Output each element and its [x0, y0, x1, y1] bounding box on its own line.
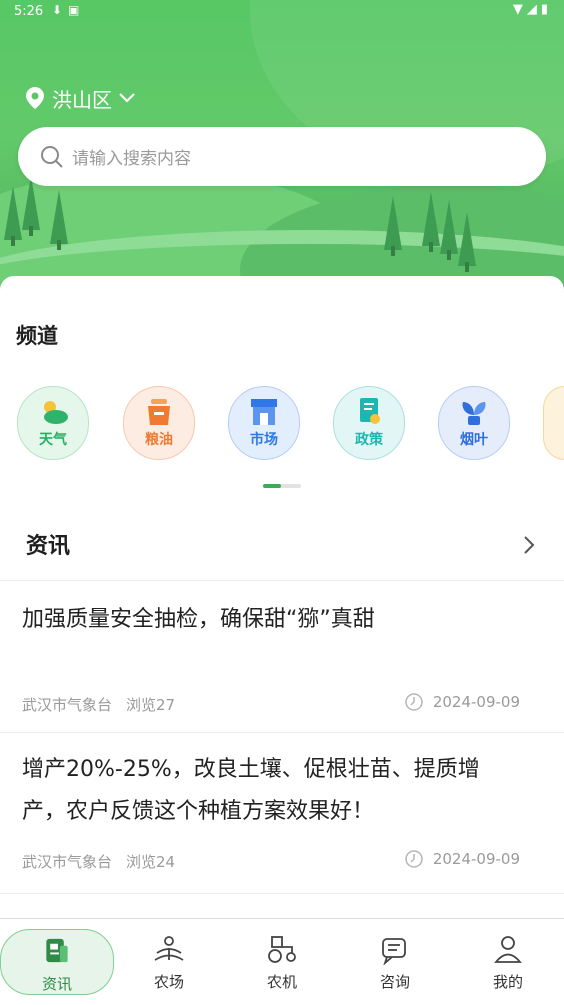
tab-label: 农机: [266, 973, 297, 991]
banner-tree: [440, 200, 458, 260]
channel-policy[interactable]: 政策: [333, 386, 405, 460]
banner-tree: [422, 192, 440, 252]
news-headline: 增产20%-25%，改良土壤、促根壮苗、提质增产，农户反馈这个种植方案效果好！: [22, 757, 480, 824]
main-content: 频道 天气 粮油 市场 政策 烟叶 资讯 加强质量安全抽检，确保甜“猕”真甜 武…: [0, 276, 564, 918]
channels-title: 频道: [16, 324, 58, 348]
banner-tree: [458, 212, 476, 272]
channel-carousel[interactable]: 天气 粮油 市场 政策 烟叶: [0, 386, 564, 466]
news-item[interactable]: 增产20%-25%，改良土壤、促根壮苗、提质增产，农户反馈这个种植方案效果好！ …: [0, 733, 564, 894]
channel-grain-oil[interactable]: 粮油: [123, 386, 195, 460]
notification-icons: ⬇▣: [52, 3, 86, 17]
news-source: 武汉市气象台: [22, 853, 113, 871]
chevron-right-icon[interactable]: [522, 534, 536, 556]
chat-icon: [382, 938, 406, 965]
tab-profile[interactable]: 我的: [452, 927, 564, 997]
channel-market[interactable]: 市场: [228, 386, 300, 460]
tab-news[interactable]: 资讯: [0, 929, 114, 995]
channel-label: 天气: [39, 432, 67, 448]
tab-label: 农场: [153, 973, 184, 991]
weather-icon: [44, 401, 68, 424]
bottom-tab-bar: 资讯 农场 农机 咨询 我的: [0, 918, 564, 1005]
chevron-down-icon: [119, 93, 135, 103]
news-date-text: 2024-09-09: [432, 693, 520, 711]
news-date: 2024-09-09: [405, 850, 520, 868]
tab-farm[interactable]: 农场: [113, 927, 225, 997]
news-section-header[interactable]: 资讯: [0, 512, 564, 581]
clock-icon: [405, 850, 423, 868]
tab-label: 资讯: [41, 975, 72, 993]
tab-consult[interactable]: 咨询: [339, 927, 451, 997]
search-bar[interactable]: 请输入搜索内容: [18, 127, 546, 186]
news-views: 浏览27: [126, 696, 176, 714]
carousel-indicator-active: [263, 484, 281, 488]
news-meta: 武汉市气象台 浏览24: [22, 851, 175, 872]
header-banner: 5:26 ⬇▣ ▼◢▮ 洪山区 请输入搜索内容: [0, 0, 564, 300]
channel-label: 烟叶: [460, 432, 488, 448]
tab-label: 我的: [492, 973, 523, 991]
channel-label: 粮油: [145, 432, 173, 448]
market-icon: [251, 399, 277, 425]
news-source: 武汉市气象台: [22, 696, 113, 714]
channel-next-partial[interactable]: [543, 386, 564, 460]
banner-tree: [4, 186, 22, 246]
tobacco-leaf-icon: [462, 402, 486, 425]
tab-machinery[interactable]: 农机: [226, 927, 338, 997]
banner-tree: [50, 190, 68, 250]
news-item[interactable]: 加强质量安全抽检，确保甜“猕”真甜 武汉市气象台 浏览27 2024-09-09: [0, 581, 564, 733]
user-icon: [494, 936, 522, 963]
news-section-title: 资讯: [26, 534, 71, 559]
channel-label: 市场: [250, 432, 278, 448]
news-date-text: 2024-09-09: [432, 850, 520, 868]
clock-icon: [405, 693, 423, 711]
location-pin-icon: [26, 87, 44, 109]
search-placeholder: 请输入搜索内容: [72, 149, 191, 169]
location-selector[interactable]: 洪山区: [26, 84, 136, 112]
grain-oil-icon: [148, 399, 170, 425]
channel-weather[interactable]: 天气: [17, 386, 89, 460]
status-bar: 5:26 ⬇▣ ▼◢▮: [0, 0, 564, 24]
tab-label: 咨询: [379, 973, 410, 991]
search-icon: [41, 145, 63, 168]
status-time: 5:26: [14, 4, 44, 19]
farm-icon: [154, 936, 184, 961]
news-meta: 武汉市气象台 浏览27: [22, 694, 175, 715]
news-icon: [46, 938, 68, 963]
news-headline: 加强质量安全抽检，确保甜“猕”真甜: [22, 607, 375, 632]
carousel-indicator: [263, 484, 301, 488]
channel-tobacco[interactable]: 烟叶: [438, 386, 510, 460]
banner-tree: [384, 196, 402, 256]
news-date: 2024-09-09: [405, 693, 520, 711]
tractor-icon: [268, 936, 296, 963]
location-name: 洪山区: [52, 87, 112, 112]
channel-label: 政策: [355, 432, 383, 448]
policy-icon: [360, 398, 380, 424]
system-icons: ▼◢▮: [512, 2, 552, 17]
news-views: 浏览24: [126, 853, 176, 871]
